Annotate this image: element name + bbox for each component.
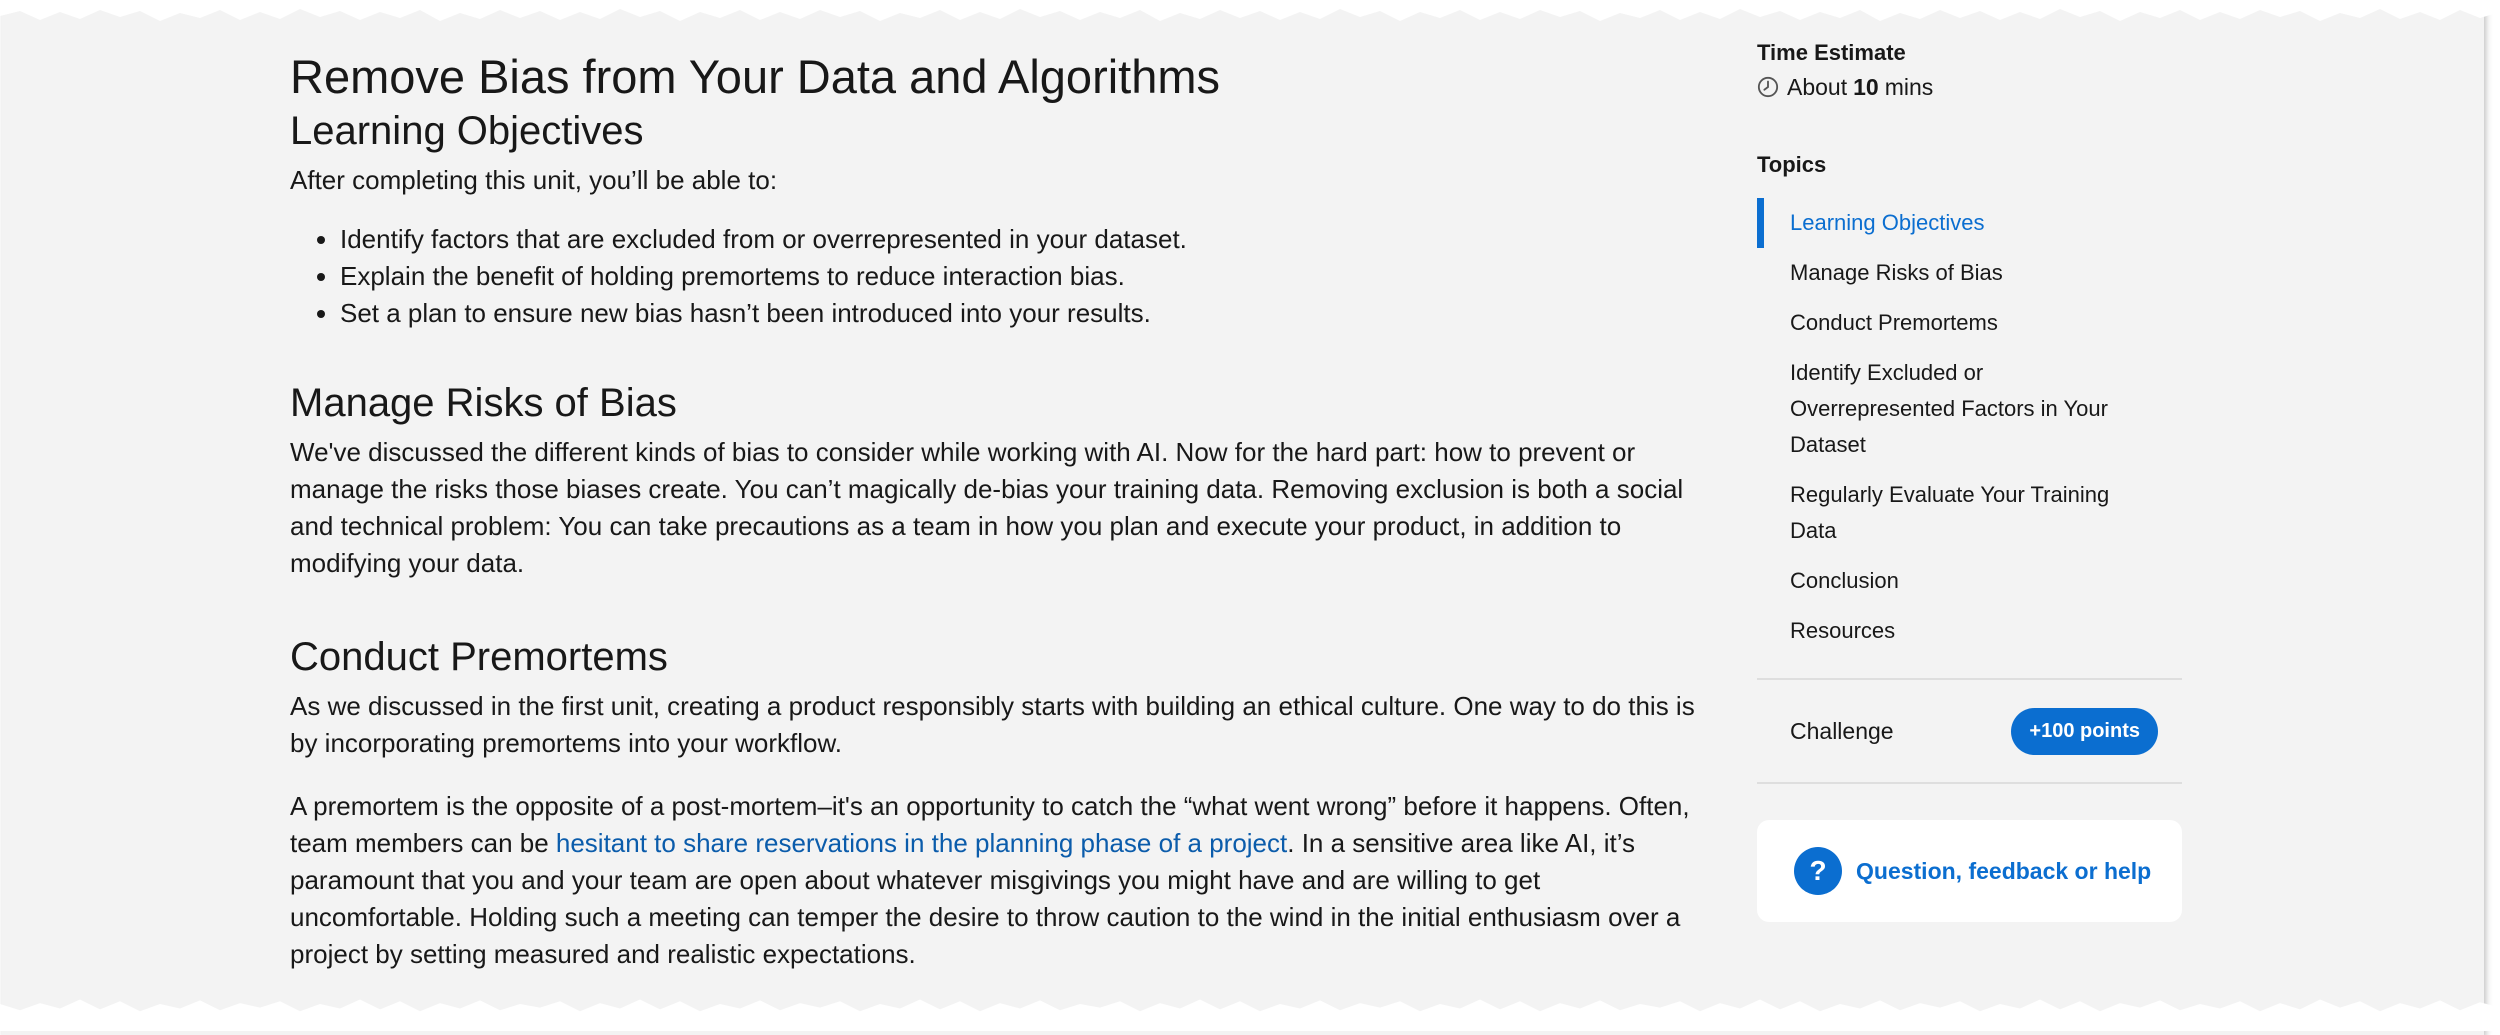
unit-sidebar: Time Estimate About 10 mins Topics Learn… <box>1757 38 2182 922</box>
manage-risks-paragraph: We've discussed the different kinds of b… <box>290 437 1684 578</box>
torn-edge-top <box>0 0 2500 21</box>
objectives-intro: After completing this unit, you’ll be ab… <box>290 165 778 195</box>
time-prefix: About <box>1787 74 1848 100</box>
question-icon: ? <box>1794 847 1842 895</box>
objectives-list: Identify factors that are excluded from … <box>290 221 1710 332</box>
time-value: 10 <box>1853 74 1879 100</box>
divider <box>1757 782 2182 784</box>
objective-item: Set a plan to ensure new bias hasn’t bee… <box>340 295 1710 332</box>
challenge-row[interactable]: Challenge +100 points <box>1757 680 2182 782</box>
topics-nav: Learning Objectives Manage Risks of Bias… <box>1757 198 2182 656</box>
premortems-paragraph-2: A premortem is the opposite of a post-mo… <box>290 788 1710 973</box>
objective-item: Explain the benefit of holding premortem… <box>340 258 1710 295</box>
topic-conduct-premortems[interactable]: Conduct Premortems <box>1757 298 2140 348</box>
time-unit: mins <box>1884 74 1934 100</box>
topic-identify-excluded-factors[interactable]: Identify Excluded or Overrepresented Fac… <box>1757 348 2140 470</box>
section-heading-manage-risks: Manage Risks of Bias <box>290 381 677 425</box>
screenshot-sheet: Remove Bias from Your Data and Algorithm… <box>0 0 2500 1035</box>
hesitant-to-share-link[interactable]: hesitant to share reservations in the pl… <box>556 828 1287 858</box>
section-heading-learning-objectives: Learning Objectives <box>290 109 644 153</box>
help-button[interactable]: ? Question, feedback or help <box>1757 820 2182 922</box>
article-content: Remove Bias from Your Data and Algorithm… <box>290 48 1710 973</box>
challenge-label: Challenge <box>1790 717 1894 744</box>
topics-label: Topics <box>1757 152 1827 177</box>
clock-icon <box>1757 76 1779 98</box>
topic-learning-objectives[interactable]: Learning Objectives <box>1757 198 2140 248</box>
time-estimate-label: Time Estimate <box>1757 40 1906 65</box>
section-heading-premortems: Conduct Premortems <box>290 635 668 679</box>
premortems-paragraph-1: As we discussed in the first unit, creat… <box>290 691 1695 758</box>
help-link-label: Question, feedback or help <box>1856 857 2152 884</box>
points-badge: +100 points <box>2011 707 2158 755</box>
time-estimate: About 10 mins <box>1757 70 2182 104</box>
topic-conclusion[interactable]: Conclusion <box>1757 556 2140 606</box>
torn-edge-bottom <box>0 999 2500 1031</box>
topic-resources[interactable]: Resources <box>1757 606 2140 656</box>
topic-manage-risks-of-bias[interactable]: Manage Risks of Bias <box>1757 248 2140 298</box>
topic-regularly-evaluate-training-data[interactable]: Regularly Evaluate Your Training Data <box>1757 470 2140 556</box>
objective-item: Identify factors that are excluded from … <box>340 221 1710 258</box>
unit-title: Remove Bias from Your Data and Algorithm… <box>290 50 1221 103</box>
